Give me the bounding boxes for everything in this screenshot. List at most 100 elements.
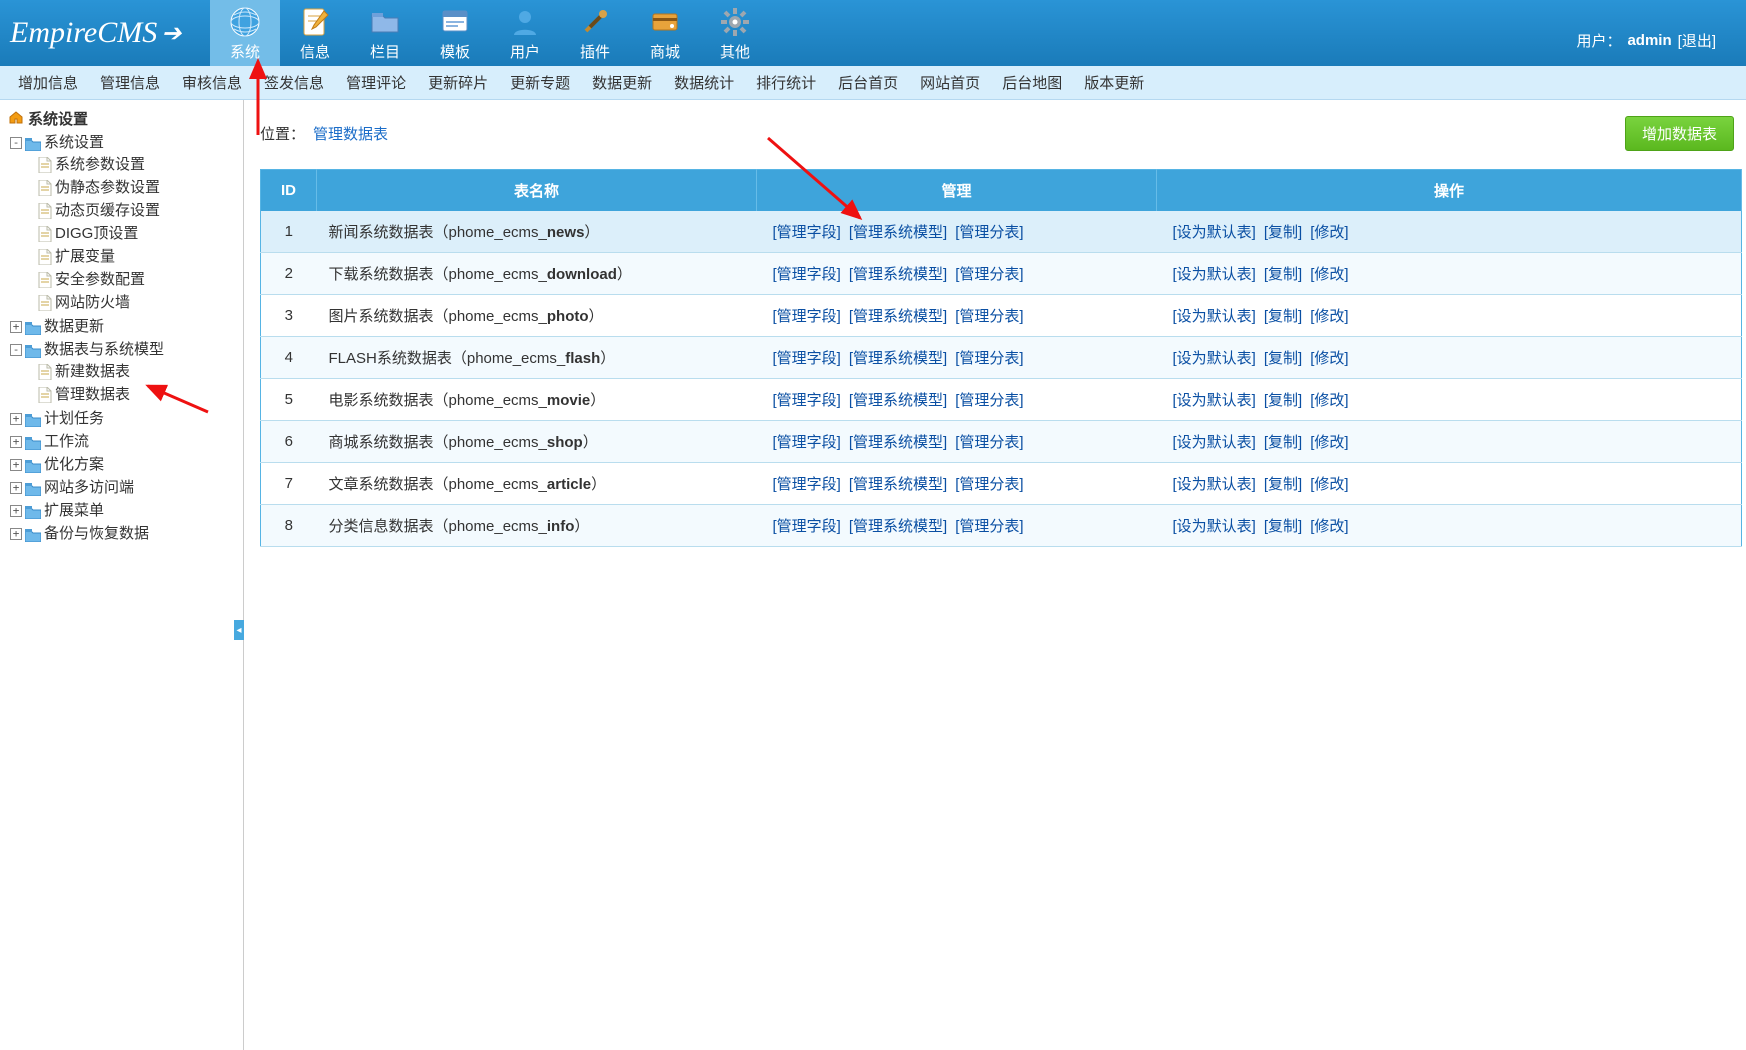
logout-link[interactable]: [退出] <box>1678 30 1716 51</box>
expand-icon[interactable]: + <box>10 505 22 517</box>
manage-link[interactable]: [管理字段] <box>773 434 841 451</box>
ops-link[interactable]: [复制] <box>1264 266 1302 283</box>
ops-link[interactable]: [修改] <box>1310 308 1348 325</box>
breadcrumb-current[interactable]: 管理数据表 <box>313 123 388 144</box>
tree-folder[interactable]: +计划任务 <box>10 408 239 429</box>
tree-leaf[interactable]: 扩展变量 <box>38 246 239 267</box>
ops-link[interactable]: [复制] <box>1264 392 1302 409</box>
manage-link[interactable]: [管理系统模型] <box>849 518 947 535</box>
submenu-item[interactable]: 数据更新 <box>592 72 652 93</box>
submenu-item[interactable]: 管理评论 <box>346 72 406 93</box>
manage-link[interactable]: [管理字段] <box>773 266 841 283</box>
tree-leaf[interactable]: 动态页缓存设置 <box>38 200 239 221</box>
top-tab-window[interactable]: 模板 <box>420 0 490 66</box>
tree-folder[interactable]: -系统设置 <box>10 132 239 153</box>
ops-link[interactable]: [设为默认表] <box>1173 476 1256 493</box>
expand-icon[interactable]: + <box>10 459 22 471</box>
add-table-button[interactable]: 增加数据表 <box>1625 116 1734 151</box>
tree-folder[interactable]: +数据更新 <box>10 316 239 337</box>
tree-folder[interactable]: +扩展菜单 <box>10 500 239 521</box>
manage-link[interactable]: [管理分表] <box>955 392 1023 409</box>
expand-icon[interactable]: + <box>10 321 22 333</box>
ops-link[interactable]: [修改] <box>1310 392 1348 409</box>
ops-link[interactable]: [复制] <box>1264 434 1302 451</box>
submenu-item[interactable]: 网站首页 <box>920 72 980 93</box>
expand-icon[interactable]: + <box>10 413 22 425</box>
collapse-icon[interactable]: - <box>10 344 22 356</box>
manage-link[interactable]: [管理系统模型] <box>849 266 947 283</box>
tree-leaf[interactable]: 网站防火墙 <box>38 292 239 313</box>
submenu-item[interactable]: 版本更新 <box>1084 72 1144 93</box>
submenu-item[interactable]: 数据统计 <box>674 72 734 93</box>
submenu-item[interactable]: 审核信息 <box>182 72 242 93</box>
ops-link[interactable]: [复制] <box>1264 476 1302 493</box>
top-tab-globe[interactable]: 系统 <box>210 0 280 66</box>
manage-link[interactable]: [管理系统模型] <box>849 476 947 493</box>
tree-leaf[interactable]: DIGG顶设置 <box>38 223 239 244</box>
tree-leaf[interactable]: 安全参数配置 <box>38 269 239 290</box>
ops-link[interactable]: [复制] <box>1264 224 1302 241</box>
manage-link[interactable]: [管理分表] <box>955 224 1023 241</box>
ops-link[interactable]: [修改] <box>1310 350 1348 367</box>
tree-leaf[interactable]: 新建数据表 <box>38 361 239 382</box>
submenu-item[interactable]: 后台地图 <box>1002 72 1062 93</box>
tree-folder[interactable]: -数据表与系统模型 <box>10 339 239 360</box>
tree-folder[interactable]: +备份与恢复数据 <box>10 523 239 544</box>
ops-link[interactable]: [设为默认表] <box>1173 434 1256 451</box>
ops-link[interactable]: [设为默认表] <box>1173 308 1256 325</box>
tree-folder[interactable]: +优化方案 <box>10 454 239 475</box>
submenu-item[interactable]: 增加信息 <box>18 72 78 93</box>
manage-link[interactable]: [管理字段] <box>773 224 841 241</box>
manage-link[interactable]: [管理系统模型] <box>849 224 947 241</box>
ops-link[interactable]: [复制] <box>1264 518 1302 535</box>
expand-icon[interactable]: + <box>10 528 22 540</box>
sidebar-collapse-handle[interactable]: ◂ <box>234 620 244 640</box>
ops-link[interactable]: [设为默认表] <box>1173 518 1256 535</box>
submenu-item[interactable]: 更新专题 <box>510 72 570 93</box>
ops-link[interactable]: [复制] <box>1264 308 1302 325</box>
manage-link[interactable]: [管理分表] <box>955 434 1023 451</box>
expand-icon[interactable]: + <box>10 482 22 494</box>
submenu-item[interactable]: 更新碎片 <box>428 72 488 93</box>
tree-folder[interactable]: +工作流 <box>10 431 239 452</box>
manage-link[interactable]: [管理字段] <box>773 518 841 535</box>
submenu-item[interactable]: 后台首页 <box>838 72 898 93</box>
top-tab-person[interactable]: 用户 <box>490 0 560 66</box>
top-tab-gear[interactable]: 其他 <box>700 0 770 66</box>
top-tab-folder[interactable]: 栏目 <box>350 0 420 66</box>
manage-link[interactable]: [管理分表] <box>955 476 1023 493</box>
manage-link[interactable]: [管理字段] <box>773 392 841 409</box>
submenu-item[interactable]: 管理信息 <box>100 72 160 93</box>
top-tab-card[interactable]: 商城 <box>630 0 700 66</box>
manage-link[interactable]: [管理系统模型] <box>849 434 947 451</box>
ops-link[interactable]: [修改] <box>1310 266 1348 283</box>
top-tab-tools[interactable]: 插件 <box>560 0 630 66</box>
manage-link[interactable]: [管理分表] <box>955 518 1023 535</box>
manage-link[interactable]: [管理系统模型] <box>849 308 947 325</box>
manage-link[interactable]: [管理系统模型] <box>849 392 947 409</box>
ops-link[interactable]: [设为默认表] <box>1173 266 1256 283</box>
manage-link[interactable]: [管理系统模型] <box>849 350 947 367</box>
manage-link[interactable]: [管理分表] <box>955 266 1023 283</box>
submenu-item[interactable]: 排行统计 <box>756 72 816 93</box>
manage-link[interactable]: [管理字段] <box>773 476 841 493</box>
ops-link[interactable]: [修改] <box>1310 476 1348 493</box>
ops-link[interactable]: [修改] <box>1310 518 1348 535</box>
expand-icon[interactable]: + <box>10 436 22 448</box>
tree-folder[interactable]: +网站多访问端 <box>10 477 239 498</box>
submenu-item[interactable]: 签发信息 <box>264 72 324 93</box>
ops-link[interactable]: [修改] <box>1310 434 1348 451</box>
top-tab-pencil-doc[interactable]: 信息 <box>280 0 350 66</box>
ops-link[interactable]: [复制] <box>1264 350 1302 367</box>
ops-link[interactable]: [设为默认表] <box>1173 224 1256 241</box>
manage-link[interactable]: [管理分表] <box>955 308 1023 325</box>
tree-leaf[interactable]: 伪静态参数设置 <box>38 177 239 198</box>
tree-leaf[interactable]: 系统参数设置 <box>38 154 239 175</box>
manage-link[interactable]: [管理字段] <box>773 350 841 367</box>
ops-link[interactable]: [修改] <box>1310 224 1348 241</box>
manage-link[interactable]: [管理分表] <box>955 350 1023 367</box>
manage-link[interactable]: [管理字段] <box>773 308 841 325</box>
ops-link[interactable]: [设为默认表] <box>1173 392 1256 409</box>
tree-leaf[interactable]: 管理数据表 <box>38 384 239 405</box>
ops-link[interactable]: [设为默认表] <box>1173 350 1256 367</box>
